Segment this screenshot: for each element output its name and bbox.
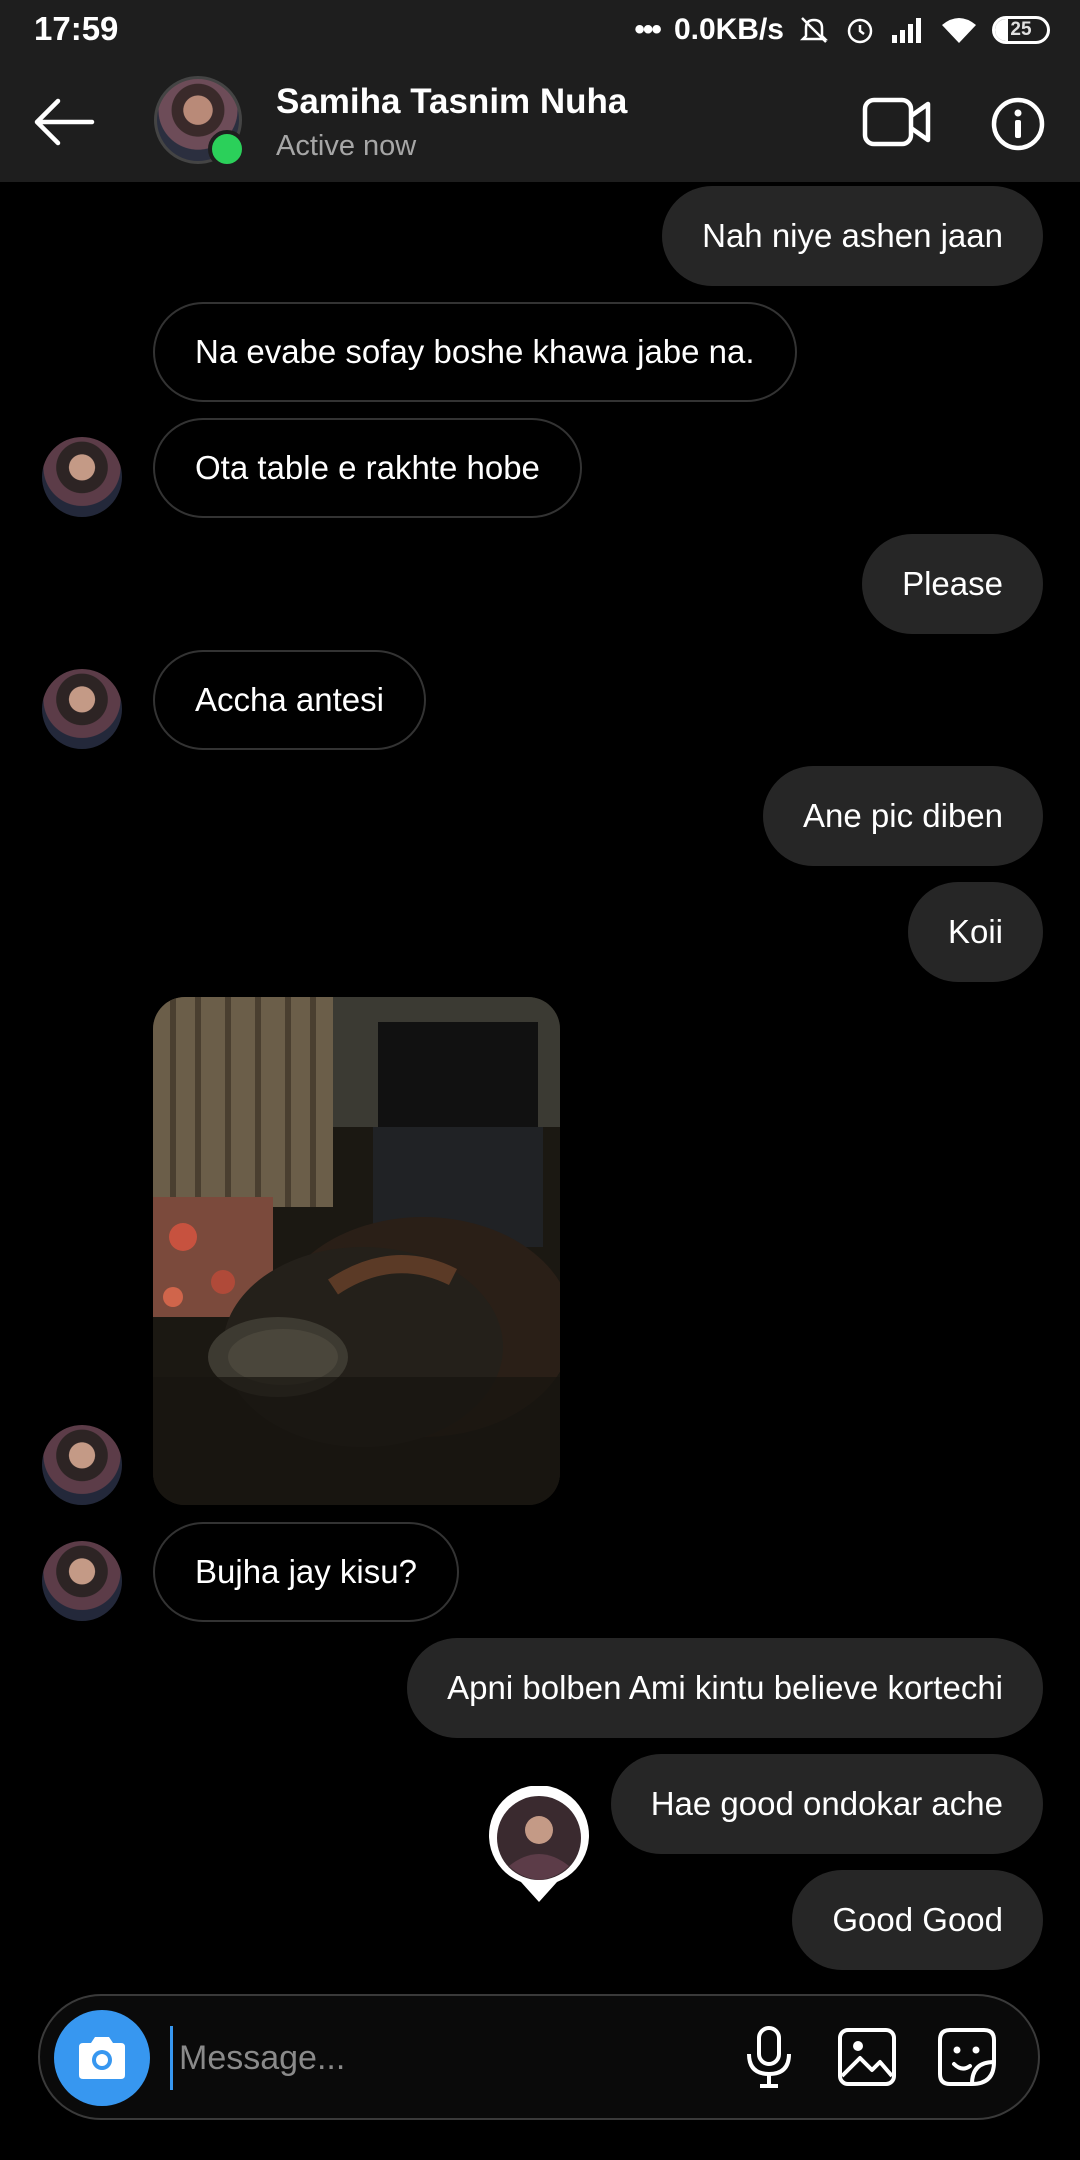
- message-composer: [38, 1994, 1040, 2120]
- contact-status: Active now: [276, 130, 417, 162]
- sticker-icon[interactable]: [932, 2022, 1002, 2092]
- contact-avatar-small[interactable]: [42, 437, 122, 517]
- microphone-icon[interactable]: [734, 2022, 804, 2092]
- message-outgoing[interactable]: Hae good ondokar ache: [610, 1754, 1043, 1854]
- mute-icon: [799, 17, 829, 43]
- message-incoming[interactable]: Accha antesi: [153, 650, 426, 750]
- dots-icon: •••: [634, 13, 661, 46]
- camera-button[interactable]: [54, 2010, 150, 2106]
- online-indicator: [208, 130, 246, 168]
- signal-icon: [892, 18, 921, 43]
- back-button[interactable]: [24, 82, 104, 162]
- contact-name[interactable]: Samiha Tasnim Nuha: [276, 82, 627, 122]
- contact-avatar-small[interactable]: [42, 669, 122, 749]
- message-outgoing[interactable]: Koii: [907, 882, 1043, 982]
- message-outgoing[interactable]: Ane pic diben: [763, 766, 1043, 866]
- message-incoming[interactable]: Ota table e rakhte hobe: [153, 418, 582, 518]
- network-speed: 0.0KB/s: [673, 13, 784, 46]
- info-icon[interactable]: [990, 96, 1046, 152]
- message-outgoing[interactable]: Nah niye ashen jaan: [662, 186, 1043, 286]
- video-call-icon[interactable]: [862, 94, 932, 150]
- battery-level: 25: [1010, 19, 1032, 40]
- wifi-icon: [942, 18, 976, 43]
- seen-avatar-indicator: [489, 1786, 589, 1902]
- battery-icon: 25: [992, 16, 1050, 44]
- contact-avatar-small[interactable]: [42, 1425, 122, 1505]
- status-bar: 17:59 ••• 0.0KB/s 25: [0, 0, 1080, 60]
- message-outgoing[interactable]: Apni bolben Ami kintu believe kortechi: [407, 1638, 1043, 1738]
- contact-avatar-small[interactable]: [42, 1541, 122, 1621]
- photo-message[interactable]: [153, 997, 560, 1505]
- camera-icon: [79, 2037, 125, 2079]
- status-icons: ••• 0.0KB/s 25: [634, 10, 1050, 50]
- back-arrow-icon: [34, 98, 95, 146]
- gallery-icon[interactable]: [832, 2022, 902, 2092]
- status-time: 17:59: [34, 10, 119, 47]
- message-incoming[interactable]: Bujha jay kisu?: [153, 1522, 459, 1622]
- message-input[interactable]: [170, 2026, 741, 2090]
- message-outgoing[interactable]: Please: [862, 534, 1043, 634]
- message-incoming[interactable]: Na evabe sofay boshe khawa jabe na.: [153, 302, 797, 402]
- photo-content: [153, 997, 560, 1505]
- message-outgoing[interactable]: Good Good: [792, 1870, 1043, 1970]
- chat-header: Samiha Tasnim Nuha Active now: [0, 60, 1080, 182]
- alarm-icon: [847, 18, 873, 44]
